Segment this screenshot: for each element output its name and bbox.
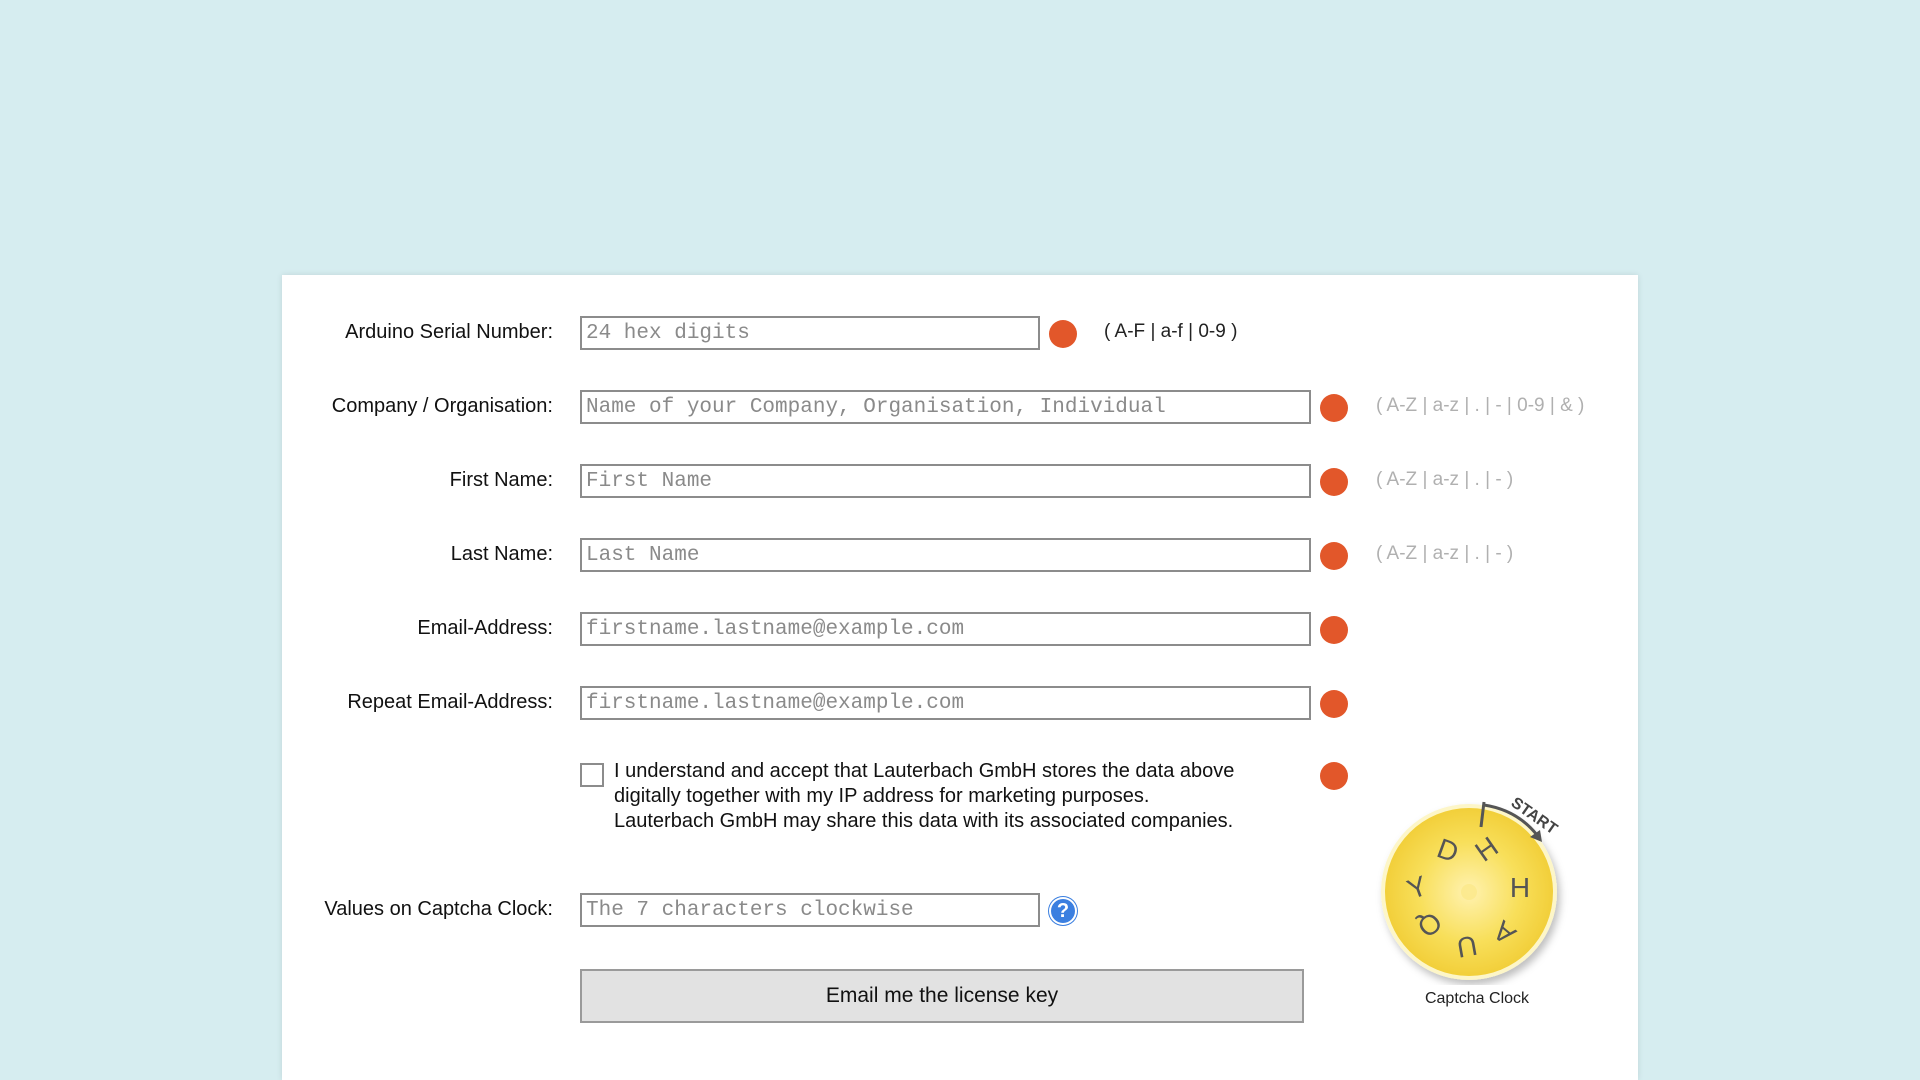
captcha-clock: START H H A U Q Y D Captcha Clock [1372,775,1582,1015]
serial-number-input[interactable] [580,316,1040,350]
required-indicator-icon [1320,690,1348,718]
repeat-email-input[interactable] [580,686,1311,720]
captcha-input[interactable] [580,893,1040,927]
field-row-first-name: First Name: ( A-Z | a-z | . | - ) [282,462,1638,498]
field-row-company: Company / Organisation: ( A-Z | a-z | . … [282,388,1638,424]
required-indicator-icon [1320,762,1348,790]
field-row-last-name: Last Name: ( A-Z | a-z | . | - ) [282,536,1638,572]
required-indicator-icon [1320,394,1348,422]
last-name-hint: ( A-Z | a-z | . | - ) [1376,543,1514,564]
email-input[interactable] [580,612,1311,646]
serial-number-hint: ( A-F | a-f | 0-9 ) [1104,321,1238,342]
field-row-serial-number: Arduino Serial Number: ( A-F | a-f | 0-9… [282,314,1638,350]
consent-line: Lauterbach GmbH may share this data with… [614,810,1234,832]
help-icon[interactable]: ? [1049,897,1077,925]
required-indicator-icon [1049,320,1077,348]
email-license-key-button[interactable]: Email me the license key [580,969,1304,1023]
consent-line: digitally together with my IP address fo… [614,785,1150,807]
consent-checkbox[interactable] [580,763,604,787]
captcha-label: Values on Captcha Clock: [324,898,553,920]
email-label: Email-Address: [417,617,553,639]
required-indicator-icon [1320,468,1348,496]
required-indicator-icon [1320,616,1348,644]
first-name-input[interactable] [580,464,1311,498]
company-hint: ( A-Z | a-z | . | - | 0-9 | & ) [1376,395,1585,416]
last-name-label: Last Name: [450,543,553,565]
captcha-clock-graphic: START H H A U Q Y D [1381,794,1560,980]
serial-number-label: Arduino Serial Number: [345,321,553,343]
field-row-repeat-email: Repeat Email-Address: [282,684,1638,720]
first-name-label: First Name: [449,469,553,491]
field-row-email: Email-Address: [282,610,1638,646]
company-input[interactable] [580,390,1311,424]
first-name-hint: ( A-Z | a-z | . | - ) [1376,469,1514,490]
company-label: Company / Organisation: [331,395,553,417]
consent-text: I understand and accept that Lauterbach … [614,759,1314,834]
consent-line: I understand and accept that Lauterbach … [614,760,1235,782]
captcha-clock-caption: Captcha Clock [1424,990,1530,1007]
last-name-input[interactable] [580,538,1311,572]
required-indicator-icon [1320,542,1348,570]
license-form-panel: Arduino Serial Number: ( A-F | a-f | 0-9… [282,275,1638,1080]
captcha-char-2: H [1510,872,1530,903]
captcha-clock-center [1461,884,1477,900]
repeat-email-label: Repeat Email-Address: [347,691,553,713]
